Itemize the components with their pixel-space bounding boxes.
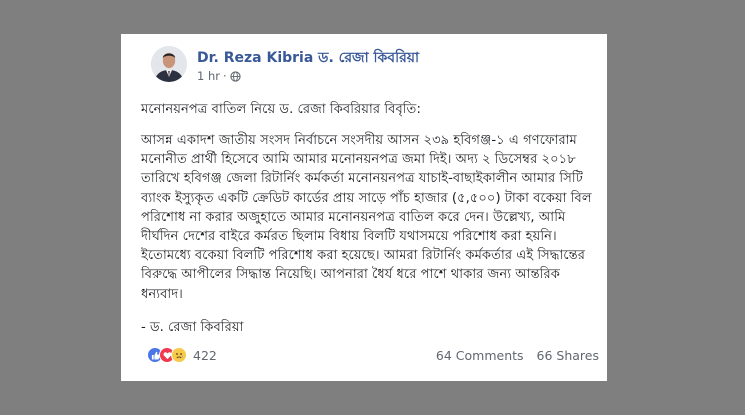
post-card: Dr. Reza Kibria ড. রেজা কিবরিয়া 1 hr · … — [121, 34, 607, 381]
reaction-count[interactable]: 422 — [193, 348, 217, 363]
meta-separator: · — [223, 69, 227, 83]
post-signature: - ড. রেজা কিবরিয়া — [141, 320, 244, 335]
sad-icon — [171, 347, 187, 363]
shares-link[interactable]: 66 Shares — [537, 348, 599, 363]
post-meta: 1 hr · — [197, 69, 241, 83]
post-body: আসন্ন একাদশ জাতীয় সংসদ নির্বাচনে সংসদীয… — [141, 133, 592, 302]
avatar-photo — [151, 46, 187, 82]
author-avatar[interactable] — [151, 46, 187, 82]
comments-link[interactable]: 64 Comments — [436, 348, 524, 363]
author-name[interactable]: Dr. Reza Kibria ড. রেজা কিবরিয়া — [197, 46, 419, 70]
post-time[interactable]: 1 hr — [197, 69, 220, 83]
post-heading: মনোনয়নপত্র বাতিল নিয়ে ড. রেজা কিবরিয়া… — [141, 102, 421, 117]
engagement-bar: 422 64 Comments 66 Shares — [147, 345, 599, 365]
comment-share-counts: 64 Comments 66 Shares — [436, 348, 599, 363]
reaction-icons[interactable] — [147, 347, 187, 363]
globe-icon[interactable] — [230, 70, 241, 82]
